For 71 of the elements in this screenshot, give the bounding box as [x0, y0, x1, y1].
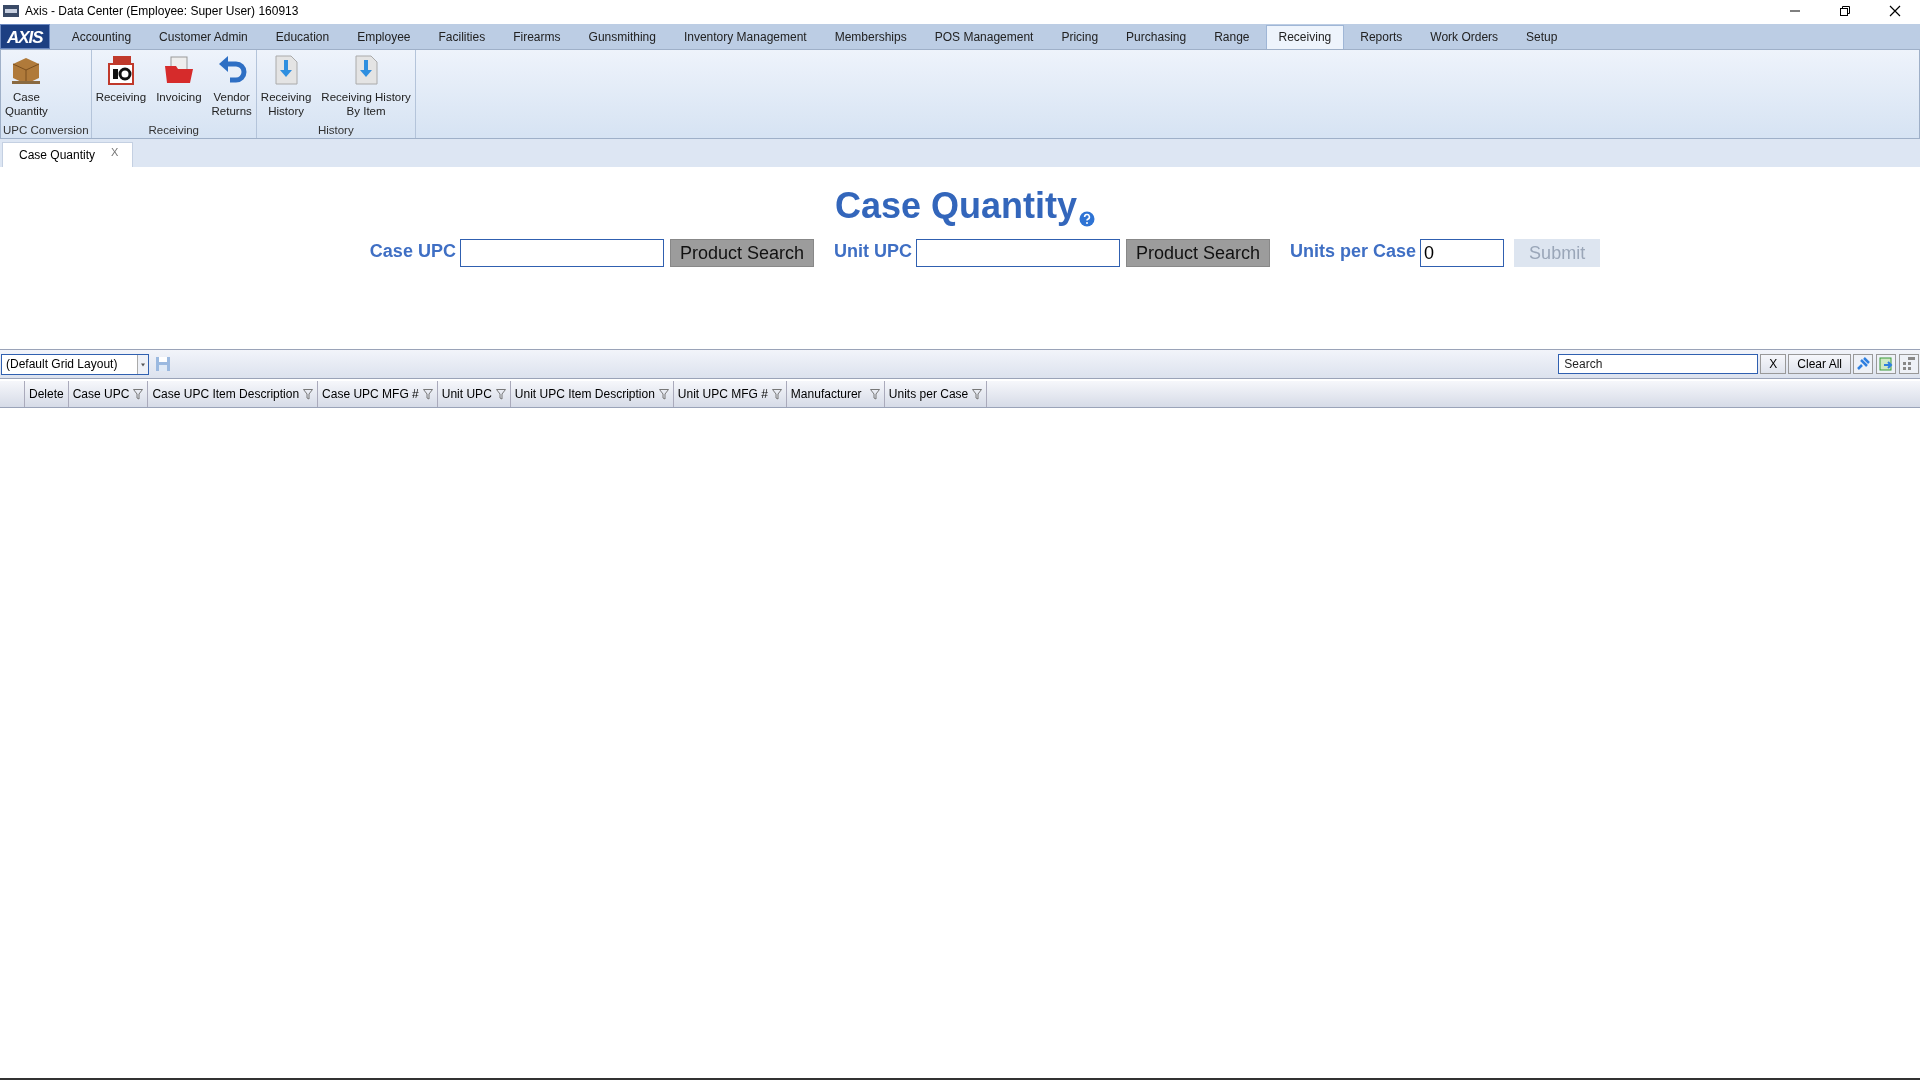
ribbon-group-label: History [316, 123, 355, 138]
save-icon[interactable] [155, 356, 171, 372]
filter-icon[interactable] [658, 388, 669, 400]
column-header[interactable]: Unit UPC [437, 381, 511, 407]
column-header[interactable]: Case UPC Item Description [148, 381, 319, 407]
column-header[interactable]: Case UPC MFG # [318, 381, 438, 407]
field-label: Unit UPC [834, 240, 912, 262]
ribbon-button[interactable]: Invoicing [154, 52, 204, 123]
export-icon[interactable] [1876, 354, 1896, 374]
tab-label: Case Quantity [19, 148, 96, 162]
ribbon-group-label: UPC Conversion [3, 123, 89, 138]
folder-icon [162, 54, 195, 86]
window-title: Axis - Data Center (Employee: Super User) 160913 [25, 4, 299, 18]
column-header[interactable]: Delete [25, 381, 69, 407]
columns-icon[interactable] [1899, 354, 1919, 374]
menu-tab[interactable]: Education [263, 26, 342, 49]
ribbon-button[interactable]: Receiving [93, 52, 149, 123]
filter-icon[interactable] [133, 388, 144, 400]
app-icon [3, 5, 19, 17]
text-field[interactable] [916, 239, 1120, 267]
menu-tab[interactable]: Facilities [426, 26, 498, 49]
text-field[interactable]: 0 [1420, 239, 1505, 267]
text-field[interactable] [459, 239, 664, 267]
ribbon-button[interactable]: Case Quantity [3, 52, 50, 123]
filter-icon[interactable] [972, 388, 983, 400]
close-icon[interactable] [1889, 5, 1901, 17]
filter-icon[interactable] [771, 388, 782, 400]
column-header[interactable]: Unit UPC MFG # [673, 381, 787, 407]
layout-dropdown[interactable]: (Default Grid Layout) [1, 353, 149, 375]
clear-search-button[interactable]: X [1760, 354, 1787, 374]
menu-tab[interactable]: Accounting [59, 26, 144, 49]
clear-all-button[interactable]: Clear All [1788, 354, 1851, 374]
action-button[interactable]: Product Search [669, 239, 814, 267]
field-label: Units per Case [1290, 240, 1417, 262]
menu-tab[interactable]: Receiving [1265, 25, 1345, 49]
menu-tab[interactable]: Pricing [1049, 26, 1111, 49]
menu-tab[interactable]: Setup [1514, 26, 1570, 49]
ribbon-button[interactable]: Receiving History [258, 52, 314, 123]
menu-tab[interactable]: Purchasing [1114, 26, 1199, 49]
column-header[interactable]: Manufacturer [786, 381, 885, 407]
dropdown-caret-icon [137, 354, 148, 374]
pin-icon[interactable] [1853, 354, 1873, 374]
menu-tab[interactable]: Work Orders [1418, 26, 1511, 49]
filter-icon[interactable] [422, 388, 433, 400]
menu-tab[interactable]: Memberships [822, 26, 919, 49]
menu-tab[interactable]: Gunsmithing [576, 26, 668, 49]
action-button[interactable]: Product Search [1126, 239, 1271, 267]
app-logo[interactable]: AXIS [0, 24, 50, 49]
column-header[interactable]: Units per Case [884, 381, 988, 407]
column-header[interactable]: Case UPC [68, 381, 149, 407]
filter-icon[interactable] [495, 388, 506, 400]
menu-tab[interactable]: Range [1202, 26, 1262, 49]
field-label: Case UPC [369, 240, 456, 262]
menu-tab[interactable]: Employee [345, 26, 423, 49]
tab-close-button[interactable]: X [111, 146, 119, 158]
filter-icon[interactable] [303, 388, 314, 400]
menu-tab[interactable]: Customer Admin [147, 26, 260, 49]
menu-tab[interactable]: Inventory Management [671, 26, 819, 49]
menu-tab[interactable]: POS Management [922, 26, 1046, 49]
ribbon-button[interactable]: Receiving History By Item [319, 52, 413, 123]
search-field[interactable]: Search [1558, 354, 1759, 374]
ribbon-button[interactable]: Vendor Returns [209, 52, 254, 123]
ribbon-group-label: Receiving [147, 123, 200, 138]
help-icon[interactable] [1079, 211, 1096, 227]
page-title: Case Quantity [834, 185, 1078, 227]
filter-icon[interactable] [869, 388, 880, 400]
menu-tab[interactable]: Reports [1348, 26, 1415, 49]
column-header[interactable]: Unit UPC Item Description [510, 381, 674, 407]
restore-icon[interactable] [1839, 5, 1851, 17]
menu-tab[interactable]: Firearms [501, 26, 573, 49]
document-tab[interactable]: Case Quantity X [2, 142, 134, 167]
